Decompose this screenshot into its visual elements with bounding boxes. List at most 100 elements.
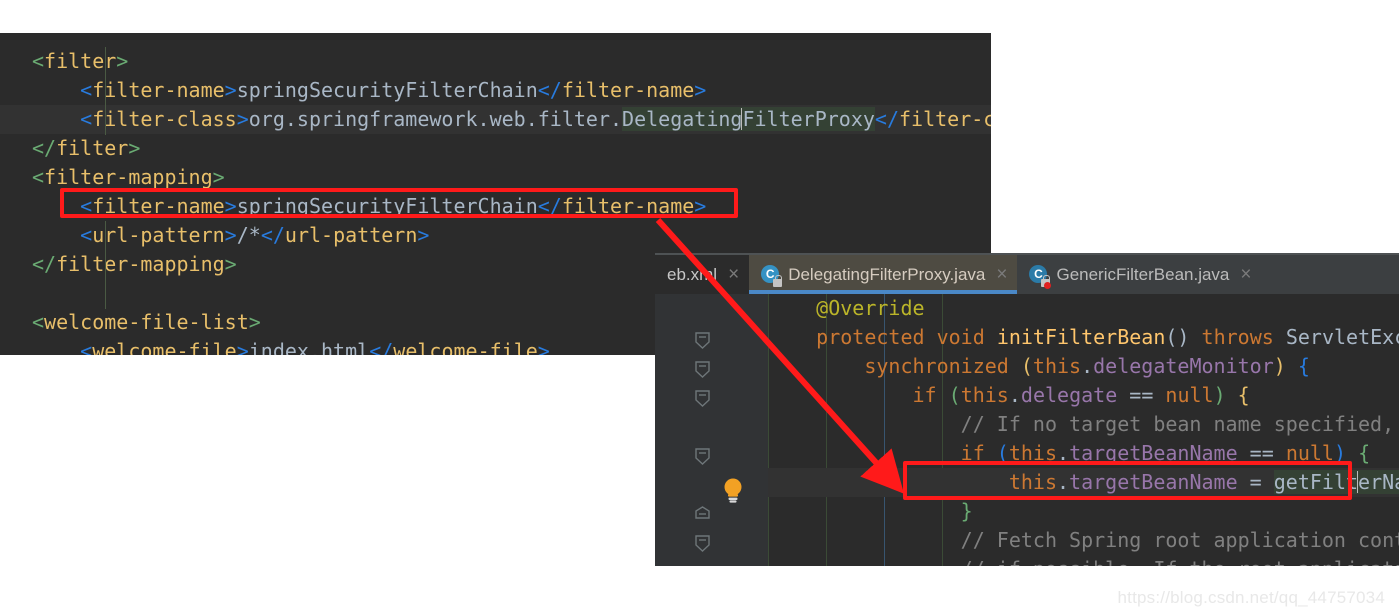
code-token: @Override: [816, 296, 925, 320]
code-token: >: [128, 136, 141, 160]
xml-code-line[interactable]: <filter>: [0, 47, 991, 76]
editor-tab-label: GenericFilterBean.java: [1056, 264, 1230, 284]
java-code-area[interactable]: @Override protected void initFilterBean(…: [768, 294, 1399, 566]
code-token: filter-name: [92, 78, 225, 102]
code-token: >: [116, 49, 129, 73]
code-token: protected: [816, 325, 925, 349]
editor-tab-genericfilterbean-java[interactable]: C GenericFilterBean.java ×: [1017, 255, 1262, 294]
editor-tab-delegatingfilterproxy-java[interactable]: C DelegatingFilterProxy.java ×: [749, 255, 1018, 294]
xml-code-line[interactable]: </filter>: [0, 134, 991, 163]
code-token: .: [1081, 354, 1094, 378]
code-token: <: [80, 78, 93, 102]
xml-code-line[interactable]: <filter-name>springSecurityFilterChain</…: [0, 192, 991, 221]
java-code-line[interactable]: if (this.delegate == null) {: [768, 381, 1399, 410]
java-code-line[interactable]: }: [768, 497, 1399, 526]
code-token: <: [32, 49, 45, 73]
code-token: ServletException: [1285, 325, 1399, 349]
code-token: targetBeanName: [1069, 470, 1238, 494]
code-token: >: [694, 194, 707, 218]
fold-marker-collapsed-icon[interactable]: [695, 506, 710, 521]
intention-bulb-icon[interactable]: [722, 477, 744, 503]
java-editor-body[interactable]: @Override protected void initFilterBean(…: [655, 294, 1399, 566]
code-token: welcome-file-list: [44, 310, 249, 334]
java-code-line[interactable]: // Fetch Spring root application context…: [768, 526, 1399, 555]
code-token: this: [1008, 470, 1057, 494]
xml-code-line[interactable]: <filter-mapping>: [0, 163, 991, 192]
java-code-line[interactable]: if (this.targetBeanName == null) {: [768, 439, 1399, 468]
code-token: // If no target bean name specified, use…: [960, 412, 1395, 436]
lock-icon: [773, 274, 783, 287]
code-token: <: [80, 339, 93, 355]
code-token: synchronized: [864, 354, 1009, 378]
xml-code-line[interactable]: <filter-name>springSecurityFilterChain</…: [0, 76, 991, 105]
code-token: >: [236, 107, 249, 131]
code-token: (: [1020, 354, 1033, 378]
indent-guide: [105, 221, 106, 309]
java-code-line[interactable]: protected void initFilterBean() throws S…: [768, 323, 1399, 352]
code-token: null: [1165, 383, 1214, 407]
java-code-line[interactable]: @Override: [768, 294, 1399, 323]
code-token: null: [1285, 441, 1334, 465]
close-icon[interactable]: ×: [724, 265, 739, 284]
code-token: .: [1057, 441, 1070, 465]
code-token: {: [1237, 383, 1250, 407]
code-token: </: [260, 223, 285, 247]
editor-tab-eb-xml[interactable]: eb.xml ×: [655, 255, 750, 294]
fold-marker-icon[interactable]: [695, 390, 710, 407]
java-code-line[interactable]: // If no target bean name specified, use…: [768, 410, 1399, 439]
java-code-line[interactable]: this.targetBeanName = getFilterName();: [768, 468, 1399, 497]
fold-marker-icon[interactable]: [695, 361, 710, 378]
code-token: ==: [1117, 383, 1166, 407]
code-token: this: [1008, 441, 1058, 465]
xml-code-line[interactable]: <url-pattern>/*</url-pattern>: [0, 221, 991, 250]
code-token: delegateMonitor: [1093, 354, 1274, 378]
code-token: this: [1032, 354, 1082, 378]
code-token: <: [32, 165, 45, 189]
code-token: initFilterBean: [996, 325, 1166, 349]
code-token: </: [32, 252, 57, 276]
editor-tab-label: eb.xml: [667, 264, 718, 284]
code-token: this: [960, 383, 1009, 407]
java-code-line[interactable]: // if possible. If the root application …: [768, 555, 1399, 566]
editor-gutter[interactable]: [655, 294, 768, 566]
code-token: </: [537, 194, 562, 218]
close-icon[interactable]: ×: [992, 265, 1007, 284]
java-class-icon: C: [1029, 264, 1052, 289]
java-editor-window[interactable]: eb.xml × C DelegatingFilterProxy.java × C Gene…: [655, 253, 1399, 566]
code-token: filter: [56, 136, 129, 160]
editor-tab-bar[interactable]: eb.xml × C DelegatingFilterProxy.java × C Gene…: [655, 253, 1399, 294]
xml-code-line[interactable]: <filter-class>org.springframework.web.fi…: [0, 105, 991, 134]
fold-marker-icon[interactable]: [695, 332, 710, 349]
code-token: filter-class: [899, 107, 991, 131]
code-token: >: [236, 339, 249, 355]
code-token: Delegating: [622, 107, 743, 131]
code-token: >: [224, 252, 237, 276]
code-token: ): [1333, 441, 1347, 465]
code-token: FilterProxy: [742, 107, 875, 131]
close-icon[interactable]: ×: [1236, 265, 1251, 284]
indent-guide: [105, 47, 106, 135]
code-token: filter-name: [561, 194, 695, 218]
java-code-line[interactable]: synchronized (this.delegateMonitor) {: [768, 352, 1399, 381]
code-token: filter-name: [561, 78, 695, 102]
code-token: url-pattern: [284, 223, 418, 247]
fold-marker-icon[interactable]: [695, 448, 710, 465]
code-token: {: [1297, 354, 1310, 378]
modified-dot-icon: [1044, 281, 1052, 289]
code-token: // Fetch Spring root application context…: [960, 528, 1399, 552]
code-token: welcome-file: [92, 339, 237, 355]
fold-marker-icon[interactable]: [695, 535, 710, 552]
